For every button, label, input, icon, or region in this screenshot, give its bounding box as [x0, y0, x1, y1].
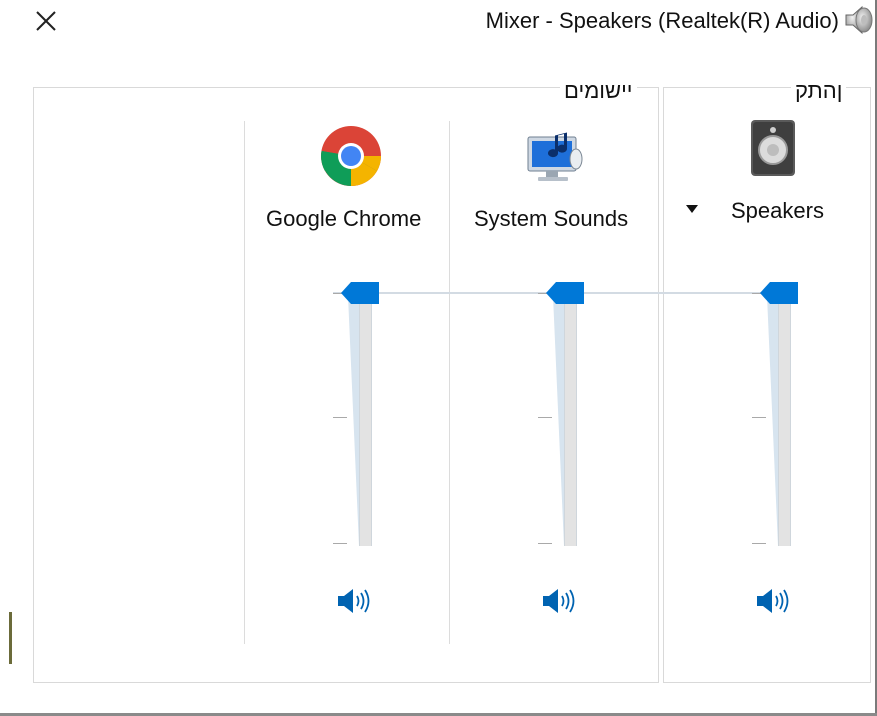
column-separator — [244, 121, 245, 644]
system-sounds-icon — [527, 131, 583, 181]
device-name: Speakers — [731, 198, 824, 223]
mute-button-device[interactable] — [756, 588, 790, 614]
background-window-edge — [9, 612, 12, 664]
mute-button-chrome[interactable] — [337, 588, 371, 614]
slider-tick — [752, 417, 766, 418]
slider-tick — [538, 543, 552, 544]
close-icon — [36, 11, 56, 31]
speaker-unmuted-icon — [338, 589, 370, 613]
device-label-text: התק — [795, 78, 837, 103]
device-label: ןהתק — [791, 78, 847, 104]
slider-thumb[interactable] — [760, 282, 798, 304]
column-separator — [449, 121, 450, 644]
slider-track — [564, 296, 577, 546]
slider-tick — [752, 543, 766, 544]
volume-slider-device[interactable] — [752, 282, 824, 548]
app-name-chrome: Google Chrome — [266, 206, 422, 231]
chrome-icon — [321, 126, 381, 186]
app-name-system-sounds: System Sounds — [474, 206, 629, 231]
slider-thumb[interactable] — [341, 282, 379, 304]
slider-tick — [333, 417, 347, 418]
speaker-device-icon — [751, 120, 795, 176]
volume-slider-system-sounds[interactable] — [538, 282, 610, 548]
slider-tick — [333, 543, 347, 544]
slider-thumb[interactable] — [546, 282, 584, 304]
mute-button-system-sounds[interactable] — [542, 588, 576, 614]
speaker-unmuted-icon — [757, 589, 789, 613]
speaker-unmuted-icon — [543, 589, 575, 613]
close-button[interactable] — [30, 6, 62, 38]
slider-tick — [538, 417, 552, 418]
window-title: Mixer - Speakers (Realtek(R) Audio) — [485, 8, 839, 33]
applications-label: יישומים — [560, 78, 637, 104]
device-label-accelerator: ן — [836, 78, 843, 103]
volume-slider-chrome[interactable] — [333, 282, 405, 548]
speaker-volume-icon — [845, 5, 873, 35]
chevron-down-icon[interactable] — [685, 204, 699, 214]
slider-track — [778, 296, 791, 546]
slider-track — [359, 296, 372, 546]
